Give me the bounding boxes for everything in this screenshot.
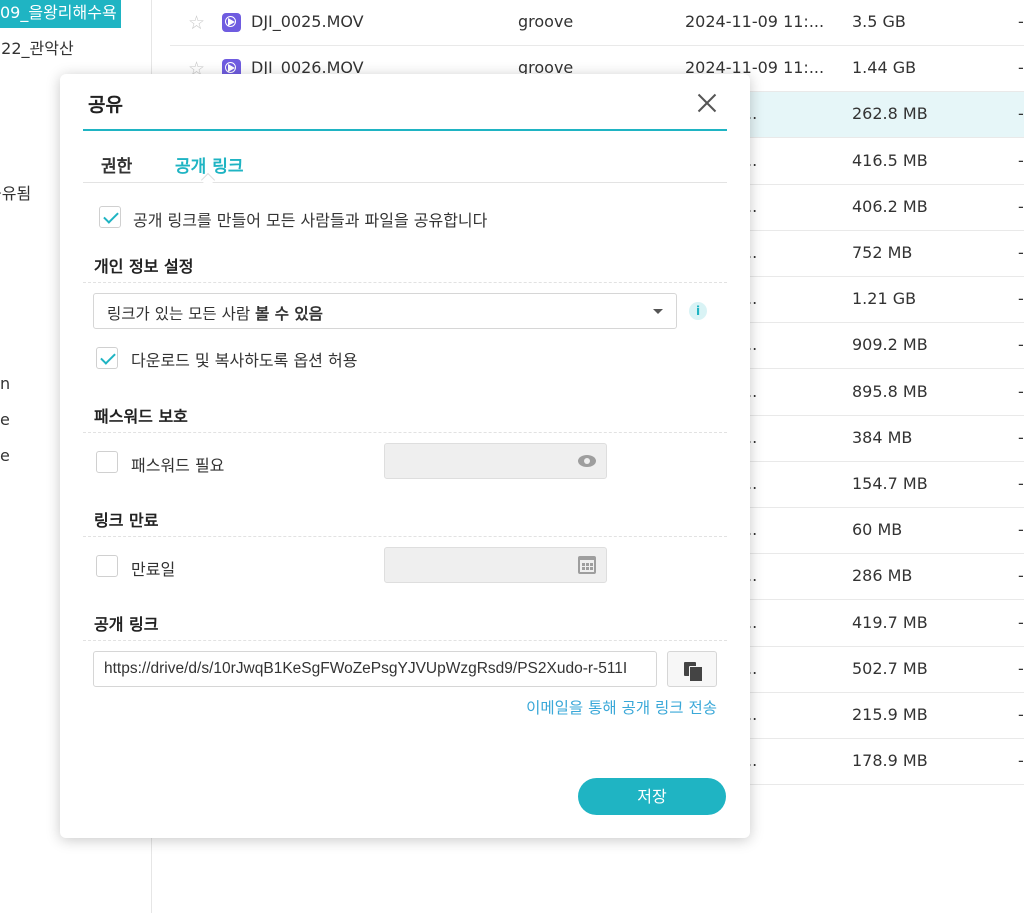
file-size: 286 MB	[852, 566, 913, 586]
file-size: 1.21 GB	[852, 289, 917, 309]
save-button[interactable]: 저장	[578, 778, 726, 815]
public-link-input[interactable]: https://drive/d/s/10rJwqB1KeSgFWoZePsgYJ…	[93, 651, 657, 687]
star-icon[interactable]: ☆	[188, 12, 205, 34]
allow-download-checkbox[interactable]	[96, 347, 118, 369]
file-extra: -	[1018, 335, 1024, 355]
file-size: 502.7 MB	[852, 658, 928, 678]
file-extra: -	[1018, 243, 1024, 262]
file-extra: -	[1018, 381, 1024, 401]
file-extra: -	[1018, 751, 1024, 771]
file-size: 909.2 MB	[852, 335, 928, 355]
file-extra: -	[1018, 104, 1024, 124]
file-extra: -	[1018, 427, 1024, 447]
file-size: 215.9 MB	[852, 705, 928, 724]
table-row[interactable]: ☆ DJI_0025.MOV groove 2024-11-09 11:... 3.5 …	[170, 0, 1024, 46]
close-icon[interactable]	[694, 90, 720, 116]
file-extra: -	[1018, 612, 1024, 632]
section-divider	[83, 432, 727, 433]
copy-link-button[interactable]	[667, 651, 717, 687]
expiry-date-field[interactable]	[384, 547, 607, 583]
share-dialog: 공유 권한 공개 링크 공개 링크를 만들어 모든 사람들과 파일을 공유합니다…	[60, 74, 750, 838]
file-size: 416.5 MB	[852, 150, 928, 170]
section-divider	[83, 640, 727, 641]
file-name: DJI_0025.MOV	[251, 12, 364, 31]
expiry-heading: 링크 만료	[94, 511, 159, 530]
file-extra: -	[1018, 520, 1024, 540]
file-extra: -	[1018, 705, 1024, 724]
calendar-icon[interactable]	[578, 556, 596, 574]
info-icon[interactable]: i	[689, 302, 707, 320]
file-extra: -	[1018, 12, 1024, 31]
sidebar-item-6[interactable]: e	[0, 446, 10, 465]
file-size: 60 MB	[852, 520, 903, 540]
file-size: 3.5 GB	[852, 12, 906, 31]
tab-permissions[interactable]: 권한	[101, 152, 132, 177]
file-extra: -	[1018, 566, 1024, 586]
file-size: 895.8 MB	[852, 381, 928, 401]
sidebar-item-folder-2[interactable]: 222_관악산	[0, 35, 74, 59]
file-size: 406.2 MB	[852, 196, 928, 216]
file-size: 752 MB	[852, 243, 913, 262]
file-extra: -	[1018, 474, 1024, 493]
send-link-by-email-link[interactable]: 이메일을 통해 공개 링크 전송	[526, 696, 717, 718]
file-extra: -	[1018, 58, 1024, 78]
file-size: 262.8 MB	[852, 104, 928, 124]
section-divider	[83, 282, 727, 283]
file-size: 419.7 MB	[852, 612, 928, 632]
dialog-title: 공유	[88, 94, 123, 116]
enable-public-link-label: 공개 링크를 만들어 모든 사람들과 파일을 공유합니다	[133, 211, 488, 230]
password-field[interactable]	[384, 443, 607, 479]
file-size: 178.9 MB	[852, 751, 928, 771]
sidebar-item-shared[interactable]: 공유됨	[0, 180, 31, 204]
sidebar-item-5[interactable]: e	[0, 410, 10, 429]
privacy-heading: 개인 정보 설정	[94, 257, 194, 276]
enable-public-link-checkbox[interactable]	[99, 206, 121, 228]
file-extra: -	[1018, 289, 1024, 309]
file-extra: -	[1018, 196, 1024, 216]
eye-icon[interactable]	[578, 455, 596, 467]
sidebar-item-4[interactable]: n	[0, 374, 10, 393]
file-size: 1.44 GB	[852, 58, 917, 78]
password-heading: 패스워드 보호	[94, 407, 188, 426]
title-divider	[83, 129, 727, 131]
password-label: 패스워드 필요	[131, 456, 225, 475]
sidebar-item-folder-1[interactable]: 09_을왕리해수욕	[0, 0, 121, 28]
file-owner: groove	[518, 12, 574, 31]
file-size: 384 MB	[852, 427, 913, 447]
tab-divider	[83, 182, 727, 183]
password-checkbox[interactable]	[96, 451, 118, 473]
file-extra: -	[1018, 658, 1024, 678]
file-extra: -	[1018, 150, 1024, 170]
section-divider	[83, 536, 727, 537]
allow-download-label: 다운로드 및 복사하도록 옵션 허용	[131, 351, 358, 370]
privacy-select[interactable]: 링크가 있는 모든 사람 볼 수 있음	[93, 293, 677, 329]
file-modified: 2024-11-09 11:...	[685, 12, 825, 31]
expiry-label: 만료일	[131, 560, 176, 579]
copy-icon	[684, 662, 703, 682]
video-file-icon	[222, 13, 241, 32]
public-link-heading: 공개 링크	[94, 615, 159, 634]
privacy-select-value: 링크가 있는 모든 사람 볼 수 있음	[107, 305, 323, 323]
file-size: 154.7 MB	[852, 474, 928, 493]
chevron-down-icon	[653, 309, 663, 314]
expiry-checkbox[interactable]	[96, 555, 118, 577]
